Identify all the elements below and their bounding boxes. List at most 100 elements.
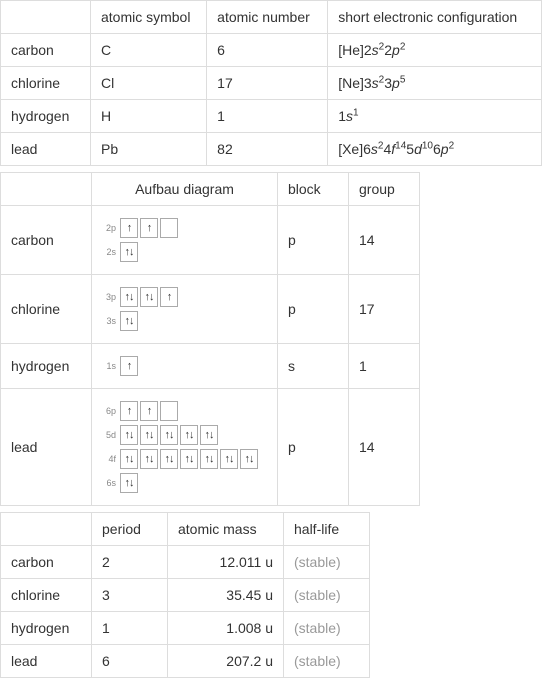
orbital-box: ↑↓ — [120, 425, 138, 445]
atomic-number: 82 — [207, 133, 328, 166]
aufbau-diagram: 2p↑↑2s↑↓ — [92, 206, 278, 275]
orbital-box: ↑↓ — [220, 449, 238, 469]
electron-config: [Xe]6s24f145d106p2 — [328, 133, 542, 166]
orbital-box: ↑↓ — [120, 287, 138, 307]
atomic-symbol: C — [90, 34, 206, 67]
table-row: chlorineCl17[Ne]3s23p5 — [1, 67, 542, 100]
header-group: group — [349, 173, 420, 206]
orbital-box: ↑ — [140, 401, 158, 421]
table-row: hydrogen11.008 u(stable) — [1, 612, 370, 645]
orbital-box: ↑↓ — [200, 425, 218, 445]
element-name: carbon — [1, 206, 92, 275]
header-atomic-symbol: atomic symbol — [90, 1, 206, 34]
subshell-label: 4f — [102, 454, 116, 464]
orbital-box: ↑↓ — [160, 449, 178, 469]
atomic-mass: 35.45 u — [168, 579, 284, 612]
aufbau-diagram: 3p↑↓↑↓↑3s↑↓ — [92, 275, 278, 344]
period: 1 — [92, 612, 168, 645]
header-atomic-number: atomic number — [207, 1, 328, 34]
block: p — [278, 275, 349, 344]
orbital-box: ↑↓ — [180, 449, 198, 469]
subshell-label: 2p — [102, 223, 116, 233]
orbital-box: ↑↓ — [180, 425, 198, 445]
table-row: chlorine3p↑↓↑↓↑3s↑↓p17 — [1, 275, 420, 344]
table-period-mass-halflife: period atomic mass half-life carbon212.0… — [0, 512, 370, 678]
aufbau-diagram: 6p↑↑5d↑↓↑↓↑↓↑↓↑↓4f↑↓↑↓↑↓↑↓↑↓↑↓↑↓6s↑↓ — [92, 389, 278, 506]
group: 14 — [349, 389, 420, 506]
element-name: carbon — [1, 34, 91, 67]
element-name: chlorine — [1, 579, 92, 612]
aufbau-row: 2s ↑↓ — [102, 242, 267, 262]
half-life: (stable) — [284, 645, 370, 678]
electron-config: 1s1 — [328, 100, 542, 133]
block: p — [278, 206, 349, 275]
table-row: leadPb82[Xe]6s24f145d106p2 — [1, 133, 542, 166]
header-config: short electronic configuration — [328, 1, 542, 34]
aufbau-row: 3s↑↓ — [102, 311, 267, 331]
header-block: block — [278, 173, 349, 206]
aufbau-row: 6p ↑↑ — [102, 401, 267, 421]
aufbau-diagram: 1s ↑ — [92, 344, 278, 389]
period: 6 — [92, 645, 168, 678]
header-period: period — [92, 513, 168, 546]
orbital-box: ↑↓ — [140, 449, 158, 469]
table-row: hydrogen1s↑s1 — [1, 344, 420, 389]
group: 14 — [349, 206, 420, 275]
half-life: (stable) — [284, 612, 370, 645]
orbital-box: ↑↓ — [120, 242, 138, 262]
orbital-box: ↑↓ — [140, 425, 158, 445]
atomic-number: 17 — [207, 67, 328, 100]
element-name: hydrogen — [1, 100, 91, 133]
subshell-label: 3s — [102, 316, 116, 326]
table-row: carbon212.011 u(stable) — [1, 546, 370, 579]
subshell-label: 2s — [102, 247, 116, 257]
orbital-box: ↑ — [120, 401, 138, 421]
orbital-box: ↑↓ — [120, 473, 138, 493]
table-header-row: Aufbau diagram block group — [1, 173, 420, 206]
subshell-label: 3p — [102, 292, 116, 302]
orbital-box: ↑↓ — [160, 425, 178, 445]
atomic-mass: 207.2 u — [168, 645, 284, 678]
orbital-box: ↑↓ — [120, 449, 138, 469]
orbital-box: ↑ — [120, 356, 138, 376]
element-name: hydrogen — [1, 612, 92, 645]
group: 1 — [349, 344, 420, 389]
atomic-mass: 12.011 u — [168, 546, 284, 579]
table-row: lead6207.2 u(stable) — [1, 645, 370, 678]
half-life: (stable) — [284, 546, 370, 579]
aufbau-row: 6s ↑↓ — [102, 473, 267, 493]
orbital-box: ↑↓ — [200, 449, 218, 469]
table-aufbau-block-group: Aufbau diagram block group carbon2p↑↑2s↑… — [0, 172, 420, 506]
header-aufbau: Aufbau diagram — [92, 173, 278, 206]
aufbau-row: 3p↑↓↑↓↑ — [102, 287, 267, 307]
table-row: lead6p↑↑5d↑↓↑↓↑↓↑↓↑↓4f↑↓↑↓↑↓↑↓↑↓↑↓↑↓6s↑↓… — [1, 389, 420, 506]
element-name: hydrogen — [1, 344, 92, 389]
electron-config: [He]2s22p2 — [328, 34, 542, 67]
orbital-box: ↑ — [160, 287, 178, 307]
subshell-label: 6p — [102, 406, 116, 416]
element-name: lead — [1, 133, 91, 166]
group: 17 — [349, 275, 420, 344]
subshell-label: 1s — [102, 361, 116, 371]
period: 3 — [92, 579, 168, 612]
electron-config: [Ne]3s23p5 — [328, 67, 542, 100]
element-name: lead — [1, 645, 92, 678]
header-blank — [1, 1, 91, 34]
table-header-row: atomic symbol atomic number short electr… — [1, 1, 542, 34]
half-life: (stable) — [284, 579, 370, 612]
subshell-label: 6s — [102, 478, 116, 488]
header-halflife: half-life — [284, 513, 370, 546]
header-blank — [1, 173, 92, 206]
aufbau-row: 1s ↑ — [102, 356, 267, 376]
aufbau-row: 4f↑↓↑↓↑↓↑↓↑↓↑↓↑↓ — [102, 449, 267, 469]
orbital-box: ↑ — [120, 218, 138, 238]
orbital-box — [160, 401, 178, 421]
aufbau-row: 2p↑↑ — [102, 218, 267, 238]
subshell-label: 5d — [102, 430, 116, 440]
orbital-box — [160, 218, 178, 238]
atomic-symbol: H — [90, 100, 206, 133]
orbital-box: ↑↓ — [240, 449, 258, 469]
atomic-symbol: Pb — [90, 133, 206, 166]
atomic-symbol: Cl — [90, 67, 206, 100]
table-row: hydrogenH11s1 — [1, 100, 542, 133]
